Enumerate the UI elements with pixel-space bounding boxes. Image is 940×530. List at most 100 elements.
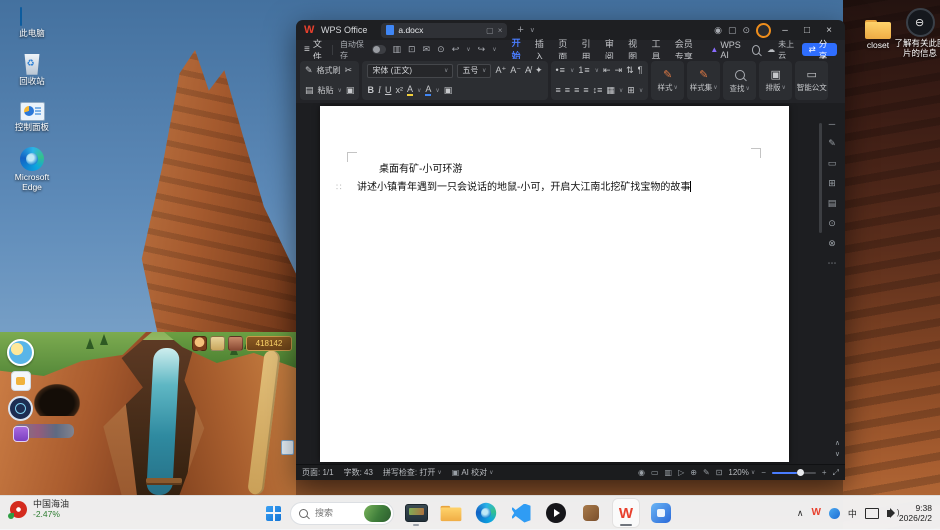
spellcheck-status[interactable]: 拼写检查: 打开 xyxy=(383,467,442,478)
edit-tool-icon[interactable] xyxy=(828,138,836,149)
font-color-chevron[interactable] xyxy=(435,87,439,94)
bullet-list-icon[interactable] xyxy=(556,66,566,75)
zoom-slider-thumb[interactable] xyxy=(797,469,804,476)
game-side-button[interactable] xyxy=(281,440,294,455)
underline-button[interactable]: U xyxy=(385,86,392,95)
font-size-select[interactable]: 五号 xyxy=(457,64,491,78)
select-tool-icon[interactable] xyxy=(828,158,837,169)
align-left-icon[interactable] xyxy=(556,86,561,95)
taskbar-app-game[interactable] xyxy=(403,499,429,527)
share-button[interactable]: 分享 xyxy=(802,43,837,56)
shading-chevron[interactable] xyxy=(619,87,623,94)
undo-button[interactable] xyxy=(452,44,460,55)
start-button[interactable] xyxy=(266,506,281,521)
web-view-icon[interactable] xyxy=(690,468,697,477)
cut-icon[interactable] xyxy=(345,66,353,75)
grow-font-icon[interactable] xyxy=(495,66,506,75)
page-view-icon[interactable] xyxy=(651,468,659,477)
game-ore-icon[interactable] xyxy=(228,336,243,351)
style-set-button[interactable]: 样式集 xyxy=(687,61,720,100)
paragraph-handle[interactable]: ∷ xyxy=(336,182,342,193)
widgets-button[interactable]: 中国海油 -2.47% xyxy=(10,500,69,519)
sort-icon[interactable] xyxy=(626,66,634,75)
game-window[interactable]: 418142 xyxy=(0,332,296,495)
eye-protect-icon[interactable] xyxy=(638,468,645,477)
search-icon[interactable] xyxy=(752,45,760,55)
zoom-slider[interactable] xyxy=(772,472,816,474)
highlight-color-button[interactable]: A xyxy=(407,85,413,96)
history-tool-icon[interactable] xyxy=(828,218,836,229)
char-shading-icon[interactable] xyxy=(444,86,453,95)
tab-close-icon[interactable] xyxy=(498,26,503,35)
copy-icon[interactable] xyxy=(346,86,355,95)
taskbar-app-wps[interactable]: W xyxy=(613,499,639,527)
doc-line-2[interactable]: 讲述小镇青年遇到一只会说话的地鼠-小可，开启大江南北挖矿找宝物的故事 xyxy=(357,179,753,197)
highlight-chevron[interactable] xyxy=(417,87,421,94)
desktop-icon-recycle-bin[interactable]: 回收站 xyxy=(4,54,60,87)
cloud-status[interactable]: 未上云 xyxy=(767,39,795,61)
borders-chevron[interactable] xyxy=(639,87,643,94)
find-button[interactable]: 查找 xyxy=(723,61,756,100)
italic-button[interactable]: I xyxy=(378,86,381,95)
taskbar-app-edge[interactable] xyxy=(473,499,499,527)
borders-icon[interactable] xyxy=(627,86,635,95)
line-spacing-icon[interactable] xyxy=(593,86,603,95)
input-method-indicator[interactable]: 中 xyxy=(848,507,857,520)
cloud-sync-button[interactable] xyxy=(437,44,445,55)
desktop-icon-this-pc[interactable]: 此电脑 xyxy=(4,8,60,39)
read-mode-icon[interactable] xyxy=(678,468,684,477)
format-painter-icon[interactable] xyxy=(305,66,313,75)
font-color-button[interactable]: A xyxy=(425,85,431,96)
card-tool-icon[interactable] xyxy=(828,198,837,209)
doc-line-1[interactable]: 桌面有矿-小可环游 xyxy=(357,161,753,179)
game-backpack-button[interactable] xyxy=(11,371,31,391)
shading-icon[interactable] xyxy=(606,86,615,95)
word-count[interactable]: 字数: 43 xyxy=(344,467,373,478)
game-compass-button[interactable] xyxy=(8,396,33,421)
superscript-button[interactable]: x² xyxy=(395,86,403,95)
shrink-font-icon[interactable] xyxy=(510,66,521,75)
desktop-icon-control-panel[interactable]: 控制面板 xyxy=(4,102,60,133)
show-marks-icon[interactable] xyxy=(638,66,643,75)
undo-chevron[interactable] xyxy=(466,46,470,53)
collapse-icon[interactable] xyxy=(829,119,835,129)
redo-chevron[interactable] xyxy=(492,46,496,53)
save-button[interactable] xyxy=(393,44,402,55)
desktop-icon-edge[interactable]: Microsoft Edge xyxy=(4,147,60,193)
bullet-chevron[interactable] xyxy=(570,67,574,74)
align-center-icon[interactable] xyxy=(565,86,570,95)
maximize-button[interactable] xyxy=(799,25,815,36)
zoom-level[interactable]: 120% xyxy=(728,468,755,477)
paste-label[interactable]: 粘贴 xyxy=(318,85,334,96)
tray-sync-icon[interactable] xyxy=(829,508,840,519)
align-right-icon[interactable] xyxy=(574,86,579,95)
outdent-icon[interactable] xyxy=(603,66,611,75)
minimize-button[interactable] xyxy=(777,25,793,36)
column-view-icon[interactable] xyxy=(665,468,673,477)
tab-pin-icon[interactable] xyxy=(486,26,494,35)
volume-icon[interactable] xyxy=(887,510,891,517)
paste-icon[interactable] xyxy=(305,86,314,95)
game-gift-button[interactable] xyxy=(13,426,29,442)
desktop-icon-spotlight[interactable]: 了解有关此图片的信息 xyxy=(892,8,940,59)
game-item-icon[interactable] xyxy=(210,336,225,351)
document-tab[interactable]: a.docx xyxy=(381,23,507,38)
ai-proofread[interactable]: AI 校对 xyxy=(452,467,494,478)
number-chevron[interactable] xyxy=(595,67,599,74)
indent-icon[interactable] xyxy=(615,66,623,75)
print-button[interactable] xyxy=(408,44,416,55)
prev-page-icon[interactable] xyxy=(835,439,840,447)
zoom-out-button[interactable]: − xyxy=(761,468,766,477)
taskbar-app-6[interactable] xyxy=(578,499,604,527)
bold-button[interactable]: B xyxy=(367,86,374,95)
export-button[interactable] xyxy=(423,44,431,55)
game-weather-button[interactable] xyxy=(7,339,34,366)
numbered-list-icon[interactable] xyxy=(578,66,590,75)
update-icon[interactable] xyxy=(742,25,750,36)
taskbar-search[interactable] xyxy=(290,502,394,525)
autosave-toggle[interactable] xyxy=(372,45,385,54)
redo-button[interactable] xyxy=(478,44,486,55)
user-avatar[interactable] xyxy=(756,23,771,38)
taskbar-app-vscode[interactable] xyxy=(508,499,534,527)
styles-button[interactable]: 样式 xyxy=(651,61,684,100)
